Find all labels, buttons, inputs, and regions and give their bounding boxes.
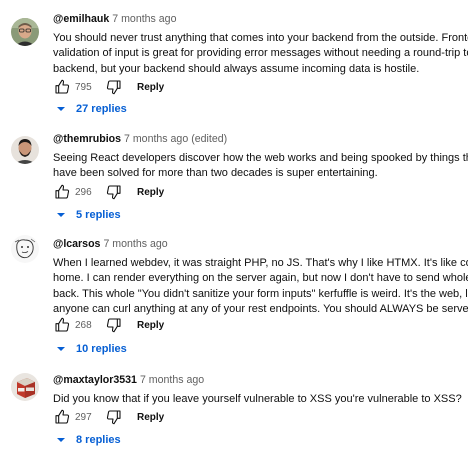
avatar-sketch-face-icon: [11, 235, 39, 263]
reply-button[interactable]: Reply: [137, 320, 164, 331]
thumbs-down-icon: [106, 185, 121, 200]
comment-author[interactable]: @themrubios: [53, 133, 121, 145]
avatar[interactable]: [11, 18, 39, 46]
comment-text-line: home. I can render everything on the ser…: [53, 272, 468, 285]
caret-down-icon: [56, 210, 66, 220]
comment-text-line: backend, but your backend should always …: [53, 62, 420, 75]
avatar-man-beard-icon: [11, 136, 39, 164]
comment-author[interactable]: @emilhauk: [53, 13, 109, 25]
thumbs-down-icon: [106, 410, 121, 425]
thumbs-up-icon: [55, 79, 70, 94]
comment-meta: @maxtaylor3531 7 months ago: [53, 372, 468, 388]
replies-count-label: 5 replies: [76, 209, 121, 221]
comment-text-line: When I learned webdev, it was straight P…: [53, 257, 468, 269]
comment-text: You should never trust anything that com…: [53, 31, 468, 77]
view-replies-button[interactable]: 10 replies: [56, 339, 127, 359]
caret-down-icon: [56, 344, 66, 354]
like-button[interactable]: [53, 316, 71, 334]
comment-actions: 296 Reply: [53, 182, 164, 202]
thumbs-down-icon: [106, 80, 121, 95]
edited-label: (edited): [191, 133, 228, 145]
replies-count-label: 27 replies: [76, 103, 127, 115]
view-replies-button[interactable]: 5 replies: [56, 205, 121, 225]
comment-meta: @themrubios 7 months ago (edited): [53, 131, 468, 147]
caret-down-icon: [56, 435, 66, 445]
like-button[interactable]: [53, 183, 71, 201]
comment-text-line: back. This whole "You didn't sanitize yo…: [53, 287, 468, 300]
comment-time[interactable]: 7 months ago: [112, 13, 176, 25]
avatar-man-glasses-icon: [11, 18, 39, 46]
comment-text-line: validation of input is great for providi…: [53, 47, 468, 60]
reply-button[interactable]: Reply: [137, 82, 164, 93]
comment-meta: @emilhauk 7 months ago: [53, 11, 468, 27]
avatar[interactable]: [11, 136, 39, 164]
thumbs-down-icon: [106, 318, 121, 333]
comment-time[interactable]: 7 months ago: [124, 133, 188, 145]
like-count: 296: [75, 186, 92, 198]
avatar[interactable]: [11, 373, 39, 401]
comment-author[interactable]: @maxtaylor3531: [53, 374, 137, 386]
comment-text: When I learned webdev, it was straight P…: [53, 256, 468, 317]
comment-text: Did you know that if you leave yourself …: [53, 392, 468, 407]
like-count: 268: [75, 319, 92, 331]
view-replies-button[interactable]: 27 replies: [56, 99, 127, 119]
replies-count-label: 10 replies: [76, 343, 127, 355]
dislike-button[interactable]: [105, 408, 123, 426]
view-replies-button[interactable]: 8 replies: [56, 430, 121, 450]
replies-count-label: 8 replies: [76, 434, 121, 446]
like-count: 297: [75, 411, 92, 423]
comment-actions: 795 Reply: [53, 77, 164, 97]
comment-text-line: Seeing React developers discover how the…: [53, 152, 468, 164]
reply-button[interactable]: Reply: [137, 187, 164, 198]
dislike-button[interactable]: [105, 316, 123, 334]
thumbs-up-icon: [55, 409, 70, 424]
comment-actions: 297 Reply: [53, 407, 164, 427]
comment-text-line: You should never trust anything that com…: [53, 32, 468, 44]
avatar-tnt-block-icon: [11, 373, 39, 401]
like-count: 795: [75, 81, 92, 93]
like-button[interactable]: [53, 408, 71, 426]
like-button[interactable]: [53, 78, 71, 96]
thumbs-up-icon: [55, 317, 70, 332]
dislike-button[interactable]: [105, 183, 123, 201]
reply-button[interactable]: Reply: [137, 412, 164, 423]
comment-actions: 268 Reply: [53, 315, 164, 335]
comment-time[interactable]: 7 months ago: [140, 374, 204, 386]
comment-text-line: Did you know that if you leave yourself …: [53, 393, 462, 405]
comment-time[interactable]: 7 months ago: [103, 238, 167, 250]
caret-down-icon: [56, 104, 66, 114]
comment-text: Seeing React developers discover how the…: [53, 151, 468, 182]
thumbs-up-icon: [55, 184, 70, 199]
comment-text-line: have been solved for more than two decad…: [53, 167, 378, 180]
avatar[interactable]: [11, 235, 39, 263]
comment-author[interactable]: @lcarsos: [53, 238, 100, 250]
dislike-button[interactable]: [105, 78, 123, 96]
comment-meta: @lcarsos 7 months ago: [53, 236, 468, 252]
